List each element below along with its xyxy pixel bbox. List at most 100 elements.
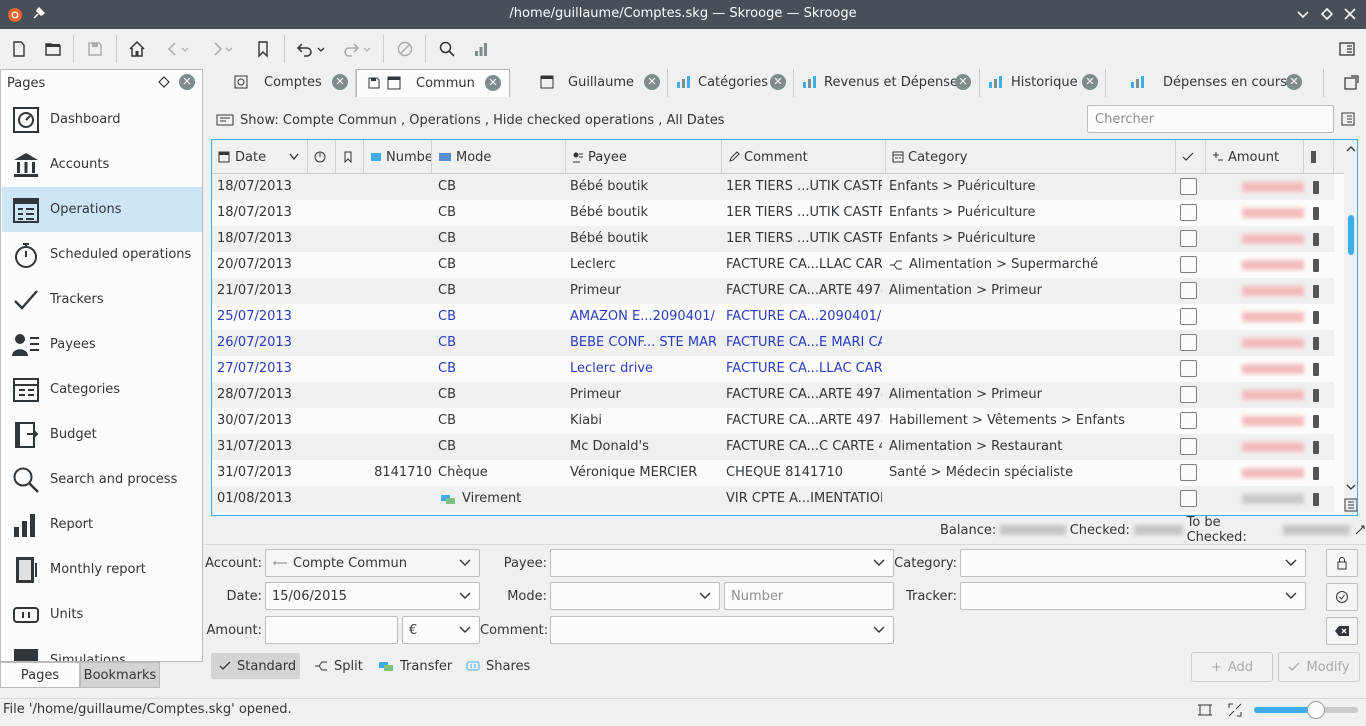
table-row[interactable]: 28/07/2013 CB Primeur FACTURE CA...ARTE 497… — [212, 382, 1334, 408]
scroll-thumb[interactable] — [1348, 215, 1354, 255]
table-row[interactable]: 31/07/2013 CB Mc Donald's FACTURE CA...C CA… — [212, 434, 1334, 460]
close-tab-icon[interactable]: ✕ — [332, 74, 348, 90]
page-item-payees[interactable]: Payees — [2, 322, 202, 367]
page-item-operations[interactable]: Operations — [2, 187, 202, 232]
search-icon[interactable] — [434, 37, 460, 61]
tab-bookmarks[interactable]: Bookmarks — [80, 662, 160, 688]
tab-depenses-en-cours[interactable]: Dépenses en cours ✕ — [1106, 69, 1324, 97]
checked-checkbox[interactable] — [1180, 412, 1197, 429]
page-item-units[interactable]: Units — [2, 592, 202, 637]
save-icon[interactable] — [82, 37, 108, 61]
page-item-scheduled-operations[interactable]: Scheduled operations — [2, 232, 202, 277]
payee-combo[interactable] — [550, 549, 894, 577]
page-item-simulations[interactable]: Simulations — [2, 637, 202, 661]
tab-commun[interactable]: Commun ✕ — [356, 69, 510, 97]
filter-text[interactable]: Show: Compte Commun , Operations , Hide … — [240, 113, 725, 128]
zoom-slider-handle[interactable] — [1307, 701, 1325, 719]
report-icon[interactable] — [468, 37, 494, 61]
transfer-button[interactable]: Transfer — [370, 653, 460, 679]
amount-field[interactable] — [265, 616, 398, 644]
close-tab-icon[interactable]: ✕ — [955, 74, 971, 90]
table-row[interactable]: 20/07/2013 CB Leclerc FACTURE CA...LLAC CAR… — [212, 252, 1334, 278]
undo-menu-chevron-icon[interactable] — [314, 37, 328, 61]
checked-checkbox[interactable] — [1180, 178, 1197, 195]
tracker-combo[interactable] — [960, 582, 1306, 610]
tab-revenus-et-depenses[interactable]: Revenus et Dépenses ✕ — [794, 69, 980, 97]
new-file-icon[interactable] — [6, 37, 32, 61]
close-tab-icon[interactable]: ✕ — [1082, 74, 1098, 90]
category-combo[interactable] — [960, 549, 1306, 577]
table-row[interactable]: 26/07/2013 CB BEBE CONF... STE MARI FACTURE… — [212, 330, 1334, 356]
filter-bar[interactable]: Show: Compte Commun , Operations , Hide … — [216, 107, 725, 133]
table-row[interactable]: 25/07/2013 CB AMAZON E...2090401/FACTURE C… — [212, 304, 1334, 330]
table-row[interactable]: 30/07/2013 CB Kiabi FACTURE CA...ARTE 4974X… — [212, 408, 1334, 434]
column-checked[interactable] — [1176, 140, 1206, 174]
zoom-slider[interactable] — [1254, 701, 1358, 719]
mode-combo[interactable] — [550, 582, 720, 610]
column-date[interactable]: Date — [212, 140, 308, 174]
close-tab-icon[interactable]: ✕ — [770, 74, 786, 90]
column-scheduled[interactable] — [308, 140, 336, 174]
maximize-icon[interactable] — [1320, 7, 1334, 21]
split-button[interactable]: Split — [306, 653, 371, 679]
table-row[interactable]: 27/07/2013 CB Leclerc drive FACTURE CA...LL… — [212, 356, 1334, 382]
table-row[interactable]: 18/07/2013 CB Bébé boutik 1ER TIERS ...UTIK… — [212, 226, 1334, 252]
back-menu-chevron-icon[interactable] — [178, 37, 192, 61]
checked-checkbox[interactable] — [1180, 204, 1197, 221]
checked-checkbox[interactable] — [1180, 360, 1197, 377]
checked-checkbox[interactable] — [1180, 386, 1197, 403]
tab-historique[interactable]: Historique ✕ — [980, 69, 1106, 97]
scroll-up-icon[interactable] — [1346, 145, 1356, 153]
page-item-monthly-report[interactable]: Monthly report — [2, 547, 202, 592]
float-panel-icon[interactable] — [158, 76, 170, 88]
new-tab-icon[interactable] — [1343, 75, 1359, 91]
close-tab-icon[interactable]: ✕ — [644, 74, 660, 90]
checked-checkbox[interactable] — [1180, 256, 1197, 273]
column-amount[interactable]: Amount — [1206, 140, 1304, 174]
checked-checkbox[interactable] — [1180, 282, 1197, 299]
account-combo[interactable]: Compte Commun — [265, 549, 480, 577]
table-options-icon[interactable] — [1341, 112, 1355, 126]
forward-menu-chevron-icon[interactable] — [222, 37, 236, 61]
lock-button[interactable] — [1326, 549, 1358, 577]
page-item-categories[interactable]: Categories — [2, 367, 202, 412]
add-button[interactable]: + Add — [1191, 652, 1273, 682]
currency-combo[interactable]: € — [402, 616, 480, 644]
page-item-budget[interactable]: Budget — [2, 412, 202, 457]
show-menubar-icon[interactable] — [1334, 37, 1360, 61]
column-mode[interactable]: Mode — [432, 140, 566, 174]
checked-checkbox[interactable] — [1180, 308, 1197, 325]
table-row[interactable]: 18/07/2013 CB Bébé boutik 1ER TIERS ...UTIK… — [212, 200, 1334, 226]
redo-menu-chevron-icon[interactable] — [360, 37, 374, 61]
table-row[interactable]: 21/07/2013 CB Primeur FACTURE CA...ARTE 497… — [212, 278, 1334, 304]
tab-comptes[interactable]: Comptes ✕ — [204, 69, 356, 97]
checked-checkbox[interactable] — [1180, 464, 1197, 481]
modify-button[interactable]: Modify — [1278, 652, 1360, 682]
close-panel-icon[interactable]: ✕ — [179, 74, 195, 90]
refresh-icon[interactable] — [1354, 524, 1366, 536]
zoom-reset-icon[interactable] — [1227, 702, 1243, 718]
page-item-trackers[interactable]: Trackers — [2, 277, 202, 322]
close-tab-icon[interactable]: ✕ — [1286, 74, 1302, 90]
tab-pages[interactable]: Pages — [0, 662, 80, 688]
table-row[interactable]: 18/07/2013 CB Bébé boutik 1ER TIERS ...UTIK… — [212, 174, 1334, 200]
checked-checkbox[interactable] — [1180, 334, 1197, 351]
table-settings-icon[interactable] — [1344, 498, 1357, 512]
vertical-scrollbar[interactable] — [1344, 140, 1357, 515]
fit-icon[interactable] — [1197, 702, 1213, 718]
number-field[interactable]: Number — [724, 582, 894, 610]
page-item-accounts[interactable]: Accounts — [2, 142, 202, 187]
stop-icon[interactable] — [392, 37, 418, 61]
home-icon[interactable] — [124, 37, 150, 61]
column-bookmark[interactable] — [336, 140, 364, 174]
page-item-report[interactable]: Report — [2, 502, 202, 547]
page-item-dashboard[interactable]: Dashboard — [2, 97, 202, 142]
close-tab-icon[interactable]: ✕ — [485, 75, 501, 91]
checked-checkbox[interactable] — [1180, 490, 1197, 507]
close-window-icon[interactable] — [1343, 7, 1357, 21]
table-row[interactable]: 01/08/2013 Virement VIR CPTE A...IMENTATIO… — [212, 486, 1334, 512]
page-item-search-and-process[interactable]: Search and process — [2, 457, 202, 502]
column-payee[interactable]: Payee — [566, 140, 722, 174]
tab-categories[interactable]: Catégories ✕ — [668, 69, 794, 97]
minimize-icon[interactable] — [1296, 7, 1310, 21]
